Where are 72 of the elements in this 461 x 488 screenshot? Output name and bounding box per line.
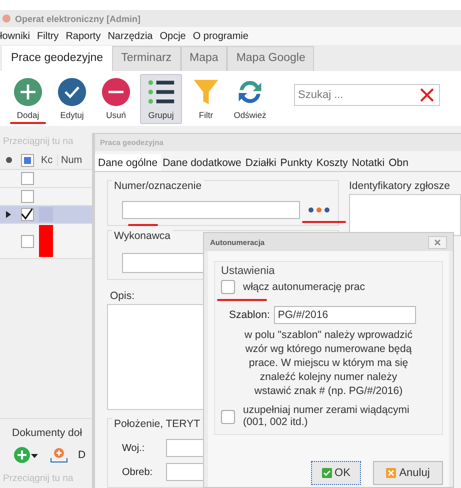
document-button[interactable]: D: [78, 449, 86, 461]
check-icon: [57, 77, 87, 107]
column-header[interactable]: Kc: [38, 154, 58, 166]
checkbox[interactable]: [20, 154, 34, 166]
input-field[interactable]: [166, 439, 206, 457]
pin-icon: [6, 157, 12, 163]
tab[interactable]: Dane ogólne: [95, 154, 161, 171]
row-pointer-icon: [6, 211, 10, 218]
checkbox-label: włącz autonumerację prac: [243, 281, 365, 293]
close-icon: [434, 238, 441, 246]
tab[interactable]: Mapa: [180, 46, 228, 71]
field-label: Opis:: [109, 289, 135, 304]
input-field[interactable]: [122, 201, 300, 219]
input-field[interactable]: PG/#/2016: [274, 306, 416, 324]
tab[interactable]: Obn: [386, 154, 410, 171]
close-icon: [420, 88, 434, 102]
checkbox[interactable]: [221, 280, 235, 294]
toolbar-button[interactable]: Usuń: [96, 74, 136, 124]
group-label: Położenie, TERYT: [112, 418, 202, 430]
checkbox[interactable]: [20, 234, 34, 248]
close-button[interactable]: [428, 236, 447, 248]
field-label: Obreb:: [122, 466, 154, 478]
group-label: Identyfikatory zgłosze: [349, 180, 451, 192]
toolbar-button[interactable]: Odśwież: [230, 74, 270, 124]
help-text: w polu "szablon" należy wprowadzić wzór wg którego numerowane będą prace. W miejscu w którym ma się znaleźć kolejny numer należy wstawić znak # (np. PG/#/2016): [244, 328, 414, 398]
checkbox[interactable]: [20, 172, 34, 185]
app-icon: [2, 14, 11, 23]
checkbox-label: uzupełniaj numer zerami wiądącymi (001, 002 itd.): [243, 404, 410, 428]
menu-item[interactable]: Filtry: [37, 30, 59, 42]
field-label: Woj.:: [122, 442, 146, 454]
toolbar-button[interactable]: Grupuj: [140, 74, 182, 124]
minus-icon: [101, 77, 131, 107]
dialog-button[interactable]: Anuluj: [373, 461, 443, 485]
menu-item[interactable]: Narzędzia: [108, 30, 153, 42]
tab[interactable]: Koszty: [314, 154, 350, 171]
add-document-icon[interactable]: [50, 447, 68, 463]
group-label: Numer/oznaczenie: [112, 180, 204, 192]
tab[interactable]: Mapa Google: [227, 46, 314, 71]
add-dropdown-icon[interactable]: [14, 447, 40, 463]
grid-row[interactable]: [0, 206, 92, 224]
group-label: Ustawienia: [221, 265, 276, 277]
toolbar-button[interactable]: Dodaj: [8, 74, 48, 124]
checkbox[interactable]: [221, 410, 235, 424]
panel-title: Dokumenty doł: [11, 427, 84, 439]
more-icon[interactable]: [308, 207, 330, 213]
toolbar-button[interactable]: Filtr: [186, 74, 226, 124]
menu-item[interactable]: O programie: [192, 30, 248, 42]
tab[interactable]: Działki: [243, 154, 278, 171]
tab[interactable]: Prace geodezyjne: [2, 46, 112, 71]
checkmark-icon: [20, 207, 32, 221]
field-label: Szablon:: [229, 309, 270, 321]
tab[interactable]: Dane dodatkowe: [160, 154, 244, 171]
menu-item[interactable]: Raporty: [66, 30, 101, 42]
checkbox[interactable]: [20, 208, 34, 221]
dialog-button[interactable]: OK: [311, 461, 361, 485]
column-header[interactable]: Num: [58, 154, 82, 166]
check-icon: [322, 468, 332, 478]
tab[interactable]: Terminarz: [112, 46, 181, 71]
checkbox[interactable]: [20, 190, 34, 203]
menu-item[interactable]: łowniki: [0, 30, 30, 42]
window-title: Operat elektroniczny [Admin]: [15, 14, 141, 24]
menu-item[interactable]: Opcje: [160, 30, 186, 42]
input-field[interactable]: [166, 463, 206, 481]
list-box[interactable]: [349, 194, 461, 236]
tab[interactable]: Notatki: [350, 154, 387, 171]
tab[interactable]: Punkty: [278, 154, 314, 171]
cancel-icon: [386, 468, 396, 478]
toolbar-button[interactable]: Edytuj: [52, 74, 92, 124]
plus-icon: [13, 77, 43, 107]
group-label: Wykonawca: [112, 230, 173, 242]
funnel-icon: [191, 77, 221, 107]
search-field[interactable]: Szukaj ...: [294, 84, 440, 106]
